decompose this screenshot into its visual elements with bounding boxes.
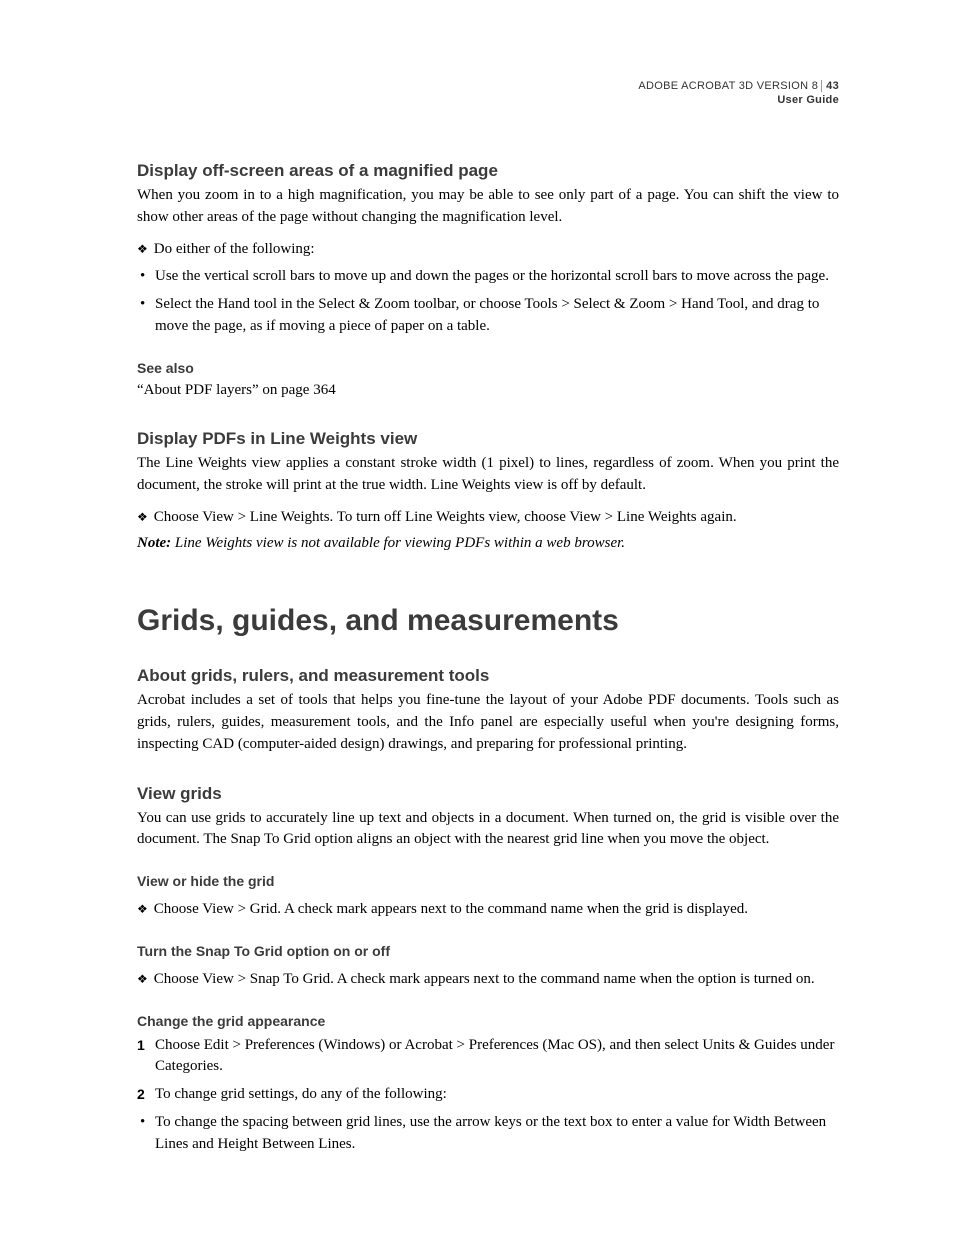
header-product: ADOBE ACROBAT 3D VERSION 8 [638, 80, 818, 92]
page-header: ADOBE ACROBAT 3D VERSION 843 User Guide [137, 80, 839, 106]
list-item: Select the Hand tool in the Select & Zoo… [137, 294, 839, 338]
chapter-title: Grids, guides, and measurements [137, 604, 839, 638]
body-text: The Line Weights view applies a constant… [137, 453, 839, 497]
heading-see-also: See also [137, 360, 839, 376]
procedure-step: Choose View > Snap To Grid. A check mark… [137, 969, 839, 991]
note-label: Note: [137, 535, 171, 551]
bullet-list: Use the vertical scroll bars to move up … [137, 266, 839, 337]
document-page: ADOBE ACROBAT 3D VERSION 843 User Guide … [0, 0, 954, 1235]
numbered-list: 1Choose Edit > Preferences (Windows) or … [137, 1035, 839, 1106]
list-item: To change the spacing between grid lines… [137, 1112, 839, 1156]
heading-line-weights: Display PDFs in Line Weights view [137, 429, 839, 449]
body-text: You can use grids to accurately line up … [137, 808, 839, 852]
heading-about-grids: About grids, rulers, and measurement too… [137, 666, 839, 686]
bullet-list: To change the spacing between grid lines… [137, 1112, 839, 1156]
heading-view-hide-grid: View or hide the grid [137, 873, 839, 889]
cross-ref: “About PDF layers” on page 364 [137, 380, 839, 402]
heading-display-offscreen: Display off-screen areas of a magnified … [137, 161, 839, 181]
step-number: 2 [137, 1084, 145, 1104]
body-text: Acrobat includes a set of tools that hel… [137, 690, 839, 755]
body-text: When you zoom in to a high magnification… [137, 185, 839, 229]
list-item: Use the vertical scroll bars to move up … [137, 266, 839, 288]
procedure-step: Choose View > Grid. A check mark appears… [137, 899, 839, 921]
heading-view-grids: View grids [137, 784, 839, 804]
procedure-step: Choose View > Line Weights. To turn off … [137, 507, 839, 529]
step-number: 1 [137, 1035, 145, 1055]
list-item: 1Choose Edit > Preferences (Windows) or … [137, 1035, 839, 1079]
heading-change-grid-appearance: Change the grid appearance [137, 1013, 839, 1029]
header-subtitle: User Guide [137, 94, 839, 106]
page-number: 43 [821, 80, 839, 92]
heading-snap-to-grid: Turn the Snap To Grid option on or off [137, 943, 839, 959]
list-item: 2To change grid settings, do any of the … [137, 1084, 839, 1106]
procedure-lead: Do either of the following: [137, 239, 839, 261]
note-body: Line Weights view is not available for v… [171, 535, 625, 551]
note: Note: Line Weights view is not available… [137, 533, 839, 555]
